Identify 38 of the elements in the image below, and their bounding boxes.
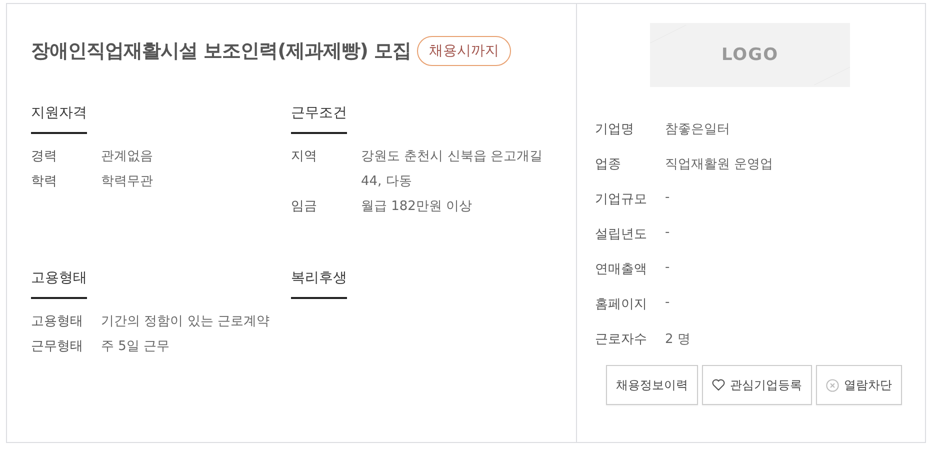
field-value: 주 5일 근무 [101, 338, 171, 356]
field-label: 학력 [31, 173, 58, 191]
company-field-value: 참좋은일터 [665, 121, 730, 138]
block-icon [826, 378, 839, 392]
section-heading: 근무조건 [291, 104, 347, 134]
field-value: 관계없음 [101, 148, 154, 166]
action-button[interactable]: 관심기업등록 [702, 365, 812, 405]
field-label: 근무형태 [31, 338, 84, 356]
company-field-label: 홈페이지 [595, 296, 648, 313]
field-value: 기간의 정함이 있는 근로계약 [101, 313, 270, 331]
field-label: 지역 [291, 148, 318, 166]
field-value: 강원도 춘천시 신북읍 은고개길 44, 다동 [361, 148, 544, 191]
field-label: 경력 [31, 148, 58, 166]
deadline-badge: 채용시까지 [417, 36, 512, 66]
company-field-label: 기업규모 [595, 191, 648, 208]
company-field-label: 기업명 [595, 121, 635, 138]
section-heading: 복리후생 [291, 269, 347, 299]
field-value: 학력무관 [101, 173, 154, 191]
company-field-label: 연매출액 [595, 261, 648, 278]
company-field-value: - [665, 190, 670, 205]
action-button[interactable]: 채용정보이력 [606, 365, 698, 405]
company-field-value: - [665, 260, 670, 275]
company-field-label: 업종 [595, 156, 622, 173]
action-button[interactable]: 열람차단 [816, 365, 902, 405]
field-label: 고용형태 [31, 313, 84, 331]
logo-text: LOGO [721, 45, 779, 65]
job-title: 장애인직업재활시설 보조인력(제과제빵) 모집 [31, 39, 412, 64]
company-field-value: 2 명 [665, 331, 690, 348]
company-field-value: - [665, 225, 670, 240]
section-heading: 지원자격 [31, 104, 87, 134]
heart-icon [712, 379, 725, 391]
company-field-value: - [665, 295, 670, 310]
company-field-label: 근로자수 [595, 331, 648, 348]
company-field-value: 직업재활원 운영업 [665, 156, 774, 173]
section-heading: 고용형태 [31, 269, 87, 299]
field-value: 월급 182만원 이상 [361, 198, 474, 216]
field-label: 임금 [291, 198, 318, 216]
company-field-label: 설립년도 [595, 226, 648, 243]
